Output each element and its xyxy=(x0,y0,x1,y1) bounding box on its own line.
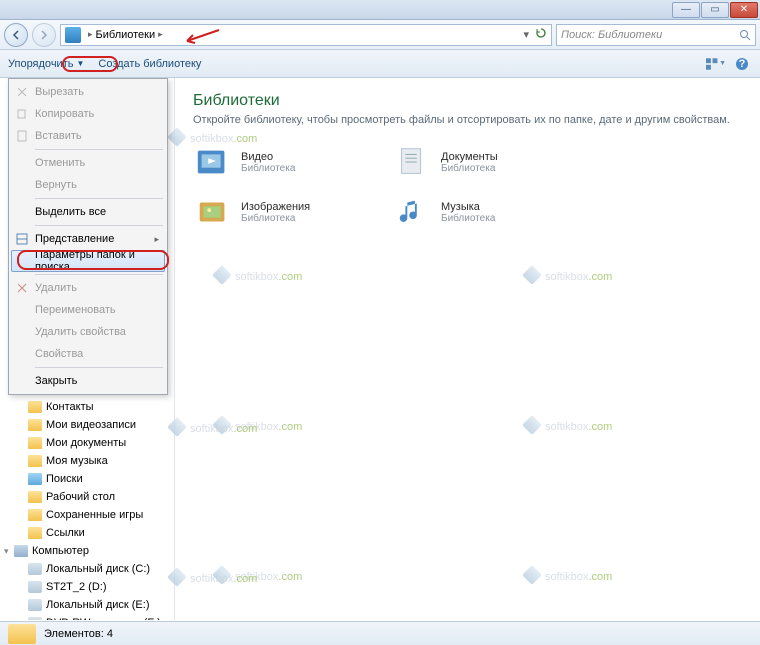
submenu-arrow-icon: ▸ xyxy=(154,234,159,245)
tree-item-mydocs[interactable]: Мои документы xyxy=(0,434,174,452)
tree-item-mymusic[interactable]: Моя музыка xyxy=(0,452,174,470)
tree-item-searches[interactable]: Поиски xyxy=(0,470,174,488)
tree-item-local-e[interactable]: Локальный диск (E:) xyxy=(0,596,174,614)
folder-icon xyxy=(28,401,42,413)
menu-view[interactable]: Представление▸ xyxy=(11,228,165,250)
menu-cut: Вырезать xyxy=(11,81,165,103)
search-placeholder: Поиск: Библиотеки xyxy=(561,29,662,41)
library-item-documents[interactable]: ДокументыБиблиотека xyxy=(393,142,563,182)
tree-item-savedgames[interactable]: Сохраненные игры xyxy=(0,506,174,524)
watermark: softikbox.com xyxy=(215,568,302,583)
tree-item-desktop[interactable]: Рабочий стол xyxy=(0,488,174,506)
library-item-video[interactable]: ВидеоБиблиотека xyxy=(193,142,363,182)
menu-undo: Отменить xyxy=(11,152,165,174)
libraries-icon xyxy=(65,27,81,43)
menu-rename: Переименовать xyxy=(11,299,165,321)
cut-icon xyxy=(15,85,29,99)
disc-icon xyxy=(28,617,42,620)
delete-icon xyxy=(15,281,29,295)
search-input[interactable]: Поиск: Библиотеки xyxy=(556,24,756,46)
tree-item-myvideo[interactable]: Мои видеозаписи xyxy=(0,416,174,434)
menu-remove-properties: Удалить свойства xyxy=(11,321,165,343)
back-button[interactable] xyxy=(4,23,28,47)
breadcrumb[interactable]: ▸ Библиотеки ▸ ▾ xyxy=(60,24,552,46)
folder-icon xyxy=(8,624,36,644)
documents-library-icon xyxy=(393,142,433,182)
watermark: softikbox.com xyxy=(215,268,302,283)
folder-icon xyxy=(28,509,42,521)
tree-item-links[interactable]: Ссылки xyxy=(0,524,174,542)
tree-item-local-c[interactable]: Локальный диск (C:) xyxy=(0,560,174,578)
folder-icon xyxy=(28,491,42,503)
create-library-button[interactable]: Создать библиотеку xyxy=(98,58,201,70)
minimize-button[interactable]: — xyxy=(672,2,700,18)
svg-text:?: ? xyxy=(739,58,746,70)
computer-icon xyxy=(14,545,28,557)
view-options-button[interactable]: ▼ xyxy=(706,54,726,74)
menu-copy: Копировать xyxy=(11,103,165,125)
tree-item-st2t-d[interactable]: ST2T_2 (D:) xyxy=(0,578,174,596)
navigation-bar: ▸ Библиотеки ▸ ▾ Поиск: Библиотеки xyxy=(0,20,760,50)
menu-folder-options[interactable]: Параметры папок и поиска xyxy=(11,250,165,272)
video-library-icon xyxy=(193,142,233,182)
chevron-right-icon: ▸ xyxy=(88,29,93,40)
menu-delete: Удалить xyxy=(11,277,165,299)
tree-item-contacts[interactable]: Контакты xyxy=(0,398,174,416)
folder-icon xyxy=(28,437,42,449)
menu-select-all[interactable]: Выделить все xyxy=(11,201,165,223)
view-icon xyxy=(706,57,719,71)
watermark: softikbox.com xyxy=(215,418,302,433)
help-icon: ? xyxy=(735,57,749,71)
breadcrumb-item[interactable]: Библиотеки xyxy=(96,29,156,41)
layout-icon xyxy=(15,232,29,246)
drive-icon xyxy=(28,599,42,611)
maximize-button[interactable]: ▭ xyxy=(701,2,729,18)
music-library-icon xyxy=(393,192,433,232)
refresh-button[interactable] xyxy=(535,27,547,42)
help-button[interactable]: ? xyxy=(732,54,752,74)
arrow-right-icon xyxy=(39,30,49,40)
folder-icon xyxy=(28,527,42,539)
copy-icon xyxy=(15,107,29,121)
images-library-icon xyxy=(193,192,233,232)
content-pane: Библиотеки Откройте библиотеку, чтобы пр… xyxy=(175,78,760,620)
library-item-images[interactable]: ИзображенияБиблиотека xyxy=(193,192,363,232)
menu-redo: Вернуть xyxy=(11,174,165,196)
breadcrumb-dropdown[interactable]: ▾ xyxy=(523,28,529,41)
expand-icon[interactable]: ▾ xyxy=(4,546,9,557)
drive-icon xyxy=(28,581,42,593)
organize-menu-button[interactable]: Упорядочить ▼ xyxy=(8,58,84,70)
watermark: softikbox.com xyxy=(525,268,612,283)
paste-icon xyxy=(15,129,29,143)
status-item-count: Элементов: 4 xyxy=(44,628,113,640)
menu-close[interactable]: Закрыть xyxy=(11,370,165,392)
library-item-music[interactable]: МузыкаБиблиотека xyxy=(393,192,563,232)
status-bar: Элементов: 4 xyxy=(0,621,760,645)
folder-icon xyxy=(28,455,42,467)
annotation-arrow xyxy=(181,27,221,47)
chevron-right-icon: ▸ xyxy=(158,29,163,40)
search-icon xyxy=(739,29,751,41)
refresh-icon xyxy=(535,27,547,39)
window-titlebar: — ▭ ✕ xyxy=(0,0,760,20)
tree-item-computer[interactable]: ▾Компьютер xyxy=(0,542,174,560)
watermark: softikbox.com xyxy=(525,418,612,433)
folder-icon xyxy=(28,419,42,431)
folder-icon xyxy=(28,473,42,485)
arrow-left-icon xyxy=(11,30,21,40)
drive-icon xyxy=(28,563,42,575)
organize-dropdown-menu: Вырезать Копировать Вставить Отменить Ве… xyxy=(8,78,168,395)
forward-button[interactable] xyxy=(32,23,56,47)
close-button[interactable]: ✕ xyxy=(730,2,758,18)
page-subtitle: Откройте библиотеку, чтобы просмотреть ф… xyxy=(193,114,742,126)
chevron-down-icon: ▼ xyxy=(76,59,84,68)
watermark: softikbox.com xyxy=(525,568,612,583)
page-title: Библиотеки xyxy=(193,92,742,110)
sidebar: Вырезать Копировать Вставить Отменить Ве… xyxy=(0,78,175,620)
toolbar: Упорядочить ▼ Создать библиотеку ▼ ? xyxy=(0,50,760,78)
menu-paste: Вставить xyxy=(11,125,165,147)
menu-properties: Свойства xyxy=(11,343,165,365)
tree-item-dvdrw-f[interactable]: DVD RW дисковод (F:) xyxy=(0,614,174,620)
